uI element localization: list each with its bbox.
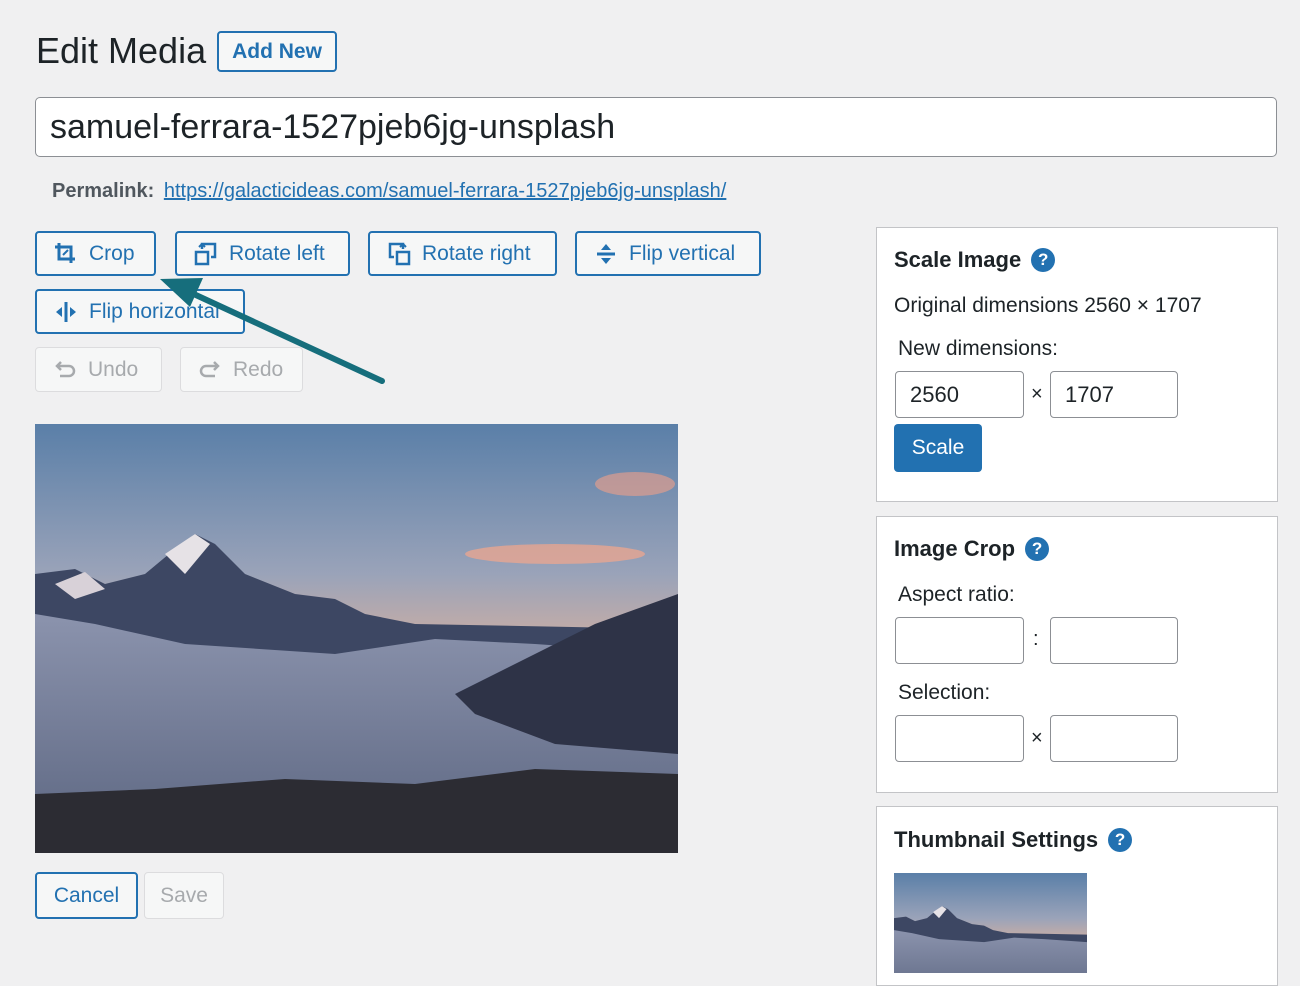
selection-width-input[interactable] [895, 715, 1024, 762]
flip-vertical-button[interactable]: Flip vertical [575, 231, 761, 276]
cancel-button[interactable]: Cancel [35, 872, 138, 919]
redo-icon [199, 360, 220, 377]
rotate-right-button[interactable]: Rotate right [368, 231, 557, 276]
rotate-right-label: Rotate right [422, 241, 531, 265]
selection-label: Selection: [898, 681, 991, 704]
page-title: Edit Media [36, 30, 207, 71]
image-crop-title: Image Crop ? [894, 536, 1050, 562]
original-dimensions: Original dimensions 2560 × 1707 [894, 294, 1202, 317]
save-button[interactable]: Save [144, 872, 224, 919]
rotate-right-icon [388, 242, 411, 265]
thumbnail-settings-heading: Thumbnail Settings [894, 827, 1099, 852]
permalink-link[interactable]: https://galacticideas.com/samuel-ferrara… [164, 180, 727, 202]
flip-horizontal-icon [56, 301, 76, 322]
flip-horizontal-button[interactable]: Flip horizontal [35, 289, 245, 334]
permalink-label: Permalink: [52, 180, 155, 202]
scale-image-heading: Scale Image [894, 247, 1022, 272]
thumbnail-photo [894, 873, 1087, 973]
crop-icon [55, 242, 75, 263]
aspect-ratio-label: Aspect ratio: [898, 583, 1015, 606]
scale-image-title: Scale Image ? [894, 247, 1056, 273]
thumbnail-preview [894, 873, 1087, 973]
add-new-button[interactable]: Add New [217, 31, 337, 72]
title-input[interactable]: samuel-ferrara-1527pjeb6jg-unsplash [35, 97, 1277, 157]
image-crop-heading: Image Crop [894, 536, 1016, 561]
redo-label: Redo [233, 357, 284, 381]
help-icon[interactable]: ? [1108, 828, 1133, 852]
flip-horizontal-label: Flip horizontal [89, 299, 220, 323]
aspect-ratio-width-input[interactable] [895, 617, 1024, 664]
selection-separator: × [1031, 727, 1043, 749]
scale-button[interactable]: Scale [894, 424, 982, 472]
flip-vertical-icon [597, 243, 615, 264]
undo-button[interactable]: Undo [35, 347, 162, 392]
dimension-separator: × [1031, 383, 1043, 405]
permalink: Permalink: https://galacticideas.com/sam… [52, 178, 726, 204]
flip-vertical-label: Flip vertical [629, 241, 736, 265]
help-icon[interactable]: ? [1025, 537, 1050, 561]
thumbnail-settings-title: Thumbnail Settings ? [894, 827, 1133, 853]
scale-height-input[interactable]: 1707 [1050, 371, 1178, 418]
redo-button[interactable]: Redo [180, 347, 303, 392]
crop-label: Crop [89, 241, 135, 265]
selection-height-input[interactable] [1050, 715, 1178, 762]
undo-label: Undo [88, 357, 139, 381]
image-preview[interactable] [35, 424, 678, 853]
undo-icon [55, 360, 76, 377]
rotate-left-button[interactable]: Rotate left [175, 231, 350, 276]
scale-width-input[interactable]: 2560 [895, 371, 1024, 418]
rotate-left-label: Rotate left [229, 241, 325, 265]
help-icon[interactable]: ? [1031, 248, 1056, 272]
aspect-ratio-height-input[interactable] [1050, 617, 1178, 664]
mountain-photo [35, 424, 678, 853]
new-dimensions-label: New dimensions: [898, 337, 1058, 360]
crop-button[interactable]: Crop [35, 231, 156, 276]
ratio-separator: : [1033, 628, 1039, 650]
rotate-left-icon [194, 242, 217, 265]
